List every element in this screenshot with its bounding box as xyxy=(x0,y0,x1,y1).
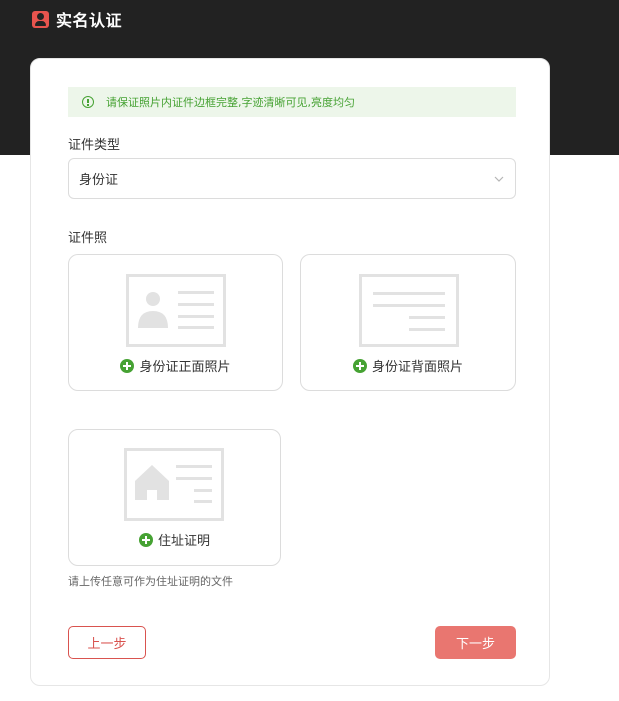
doc-photo-label: 证件照 xyxy=(68,231,108,246)
id-card-icon xyxy=(32,10,49,28)
info-circle-icon xyxy=(82,96,94,108)
plus-circle-icon xyxy=(120,358,135,373)
address-proof-hint: 请上传任意可作为住址证明的文件 xyxy=(68,575,233,588)
page-title: 实名认证 xyxy=(56,11,123,30)
upload-id-back[interactable]: 身份证背面照片 xyxy=(300,254,516,391)
id-back-icon xyxy=(359,274,459,347)
plus-circle-icon xyxy=(138,532,153,547)
upload-id-back-label: 身份证背面照片 xyxy=(371,360,463,375)
page-title-group: 实名认证 xyxy=(32,8,122,30)
id-front-icon xyxy=(126,274,226,347)
plus-circle-icon xyxy=(352,358,367,373)
prev-step-button[interactable]: 上一步 xyxy=(68,626,146,659)
doc-type-value: 身份证 xyxy=(79,173,119,188)
next-step-button[interactable]: 下一步 xyxy=(435,626,516,659)
notice-banner: 请保证照片内证件边框完整,字迹清晰可见,亮度均匀 xyxy=(68,87,516,117)
doc-type-select[interactable]: 身份证 xyxy=(68,158,516,199)
upload-id-front[interactable]: 身份证正面照片 xyxy=(68,254,283,391)
doc-type-label: 证件类型 xyxy=(68,138,121,153)
notice-text: 请保证照片内证件边框完整,字迹清晰可见,亮度均匀 xyxy=(106,96,355,109)
upload-id-front-label: 身份证正面照片 xyxy=(139,360,231,375)
house-document-icon xyxy=(124,448,224,521)
chevron-down-icon xyxy=(494,176,504,182)
upload-address-proof-label: 住址证明 xyxy=(157,534,210,549)
upload-address-proof[interactable]: 住址证明 xyxy=(68,429,281,566)
verification-card: 请保证照片内证件边框完整,字迹清晰可见,亮度均匀 证件类型 身份证 证件照 身份… xyxy=(30,58,550,686)
